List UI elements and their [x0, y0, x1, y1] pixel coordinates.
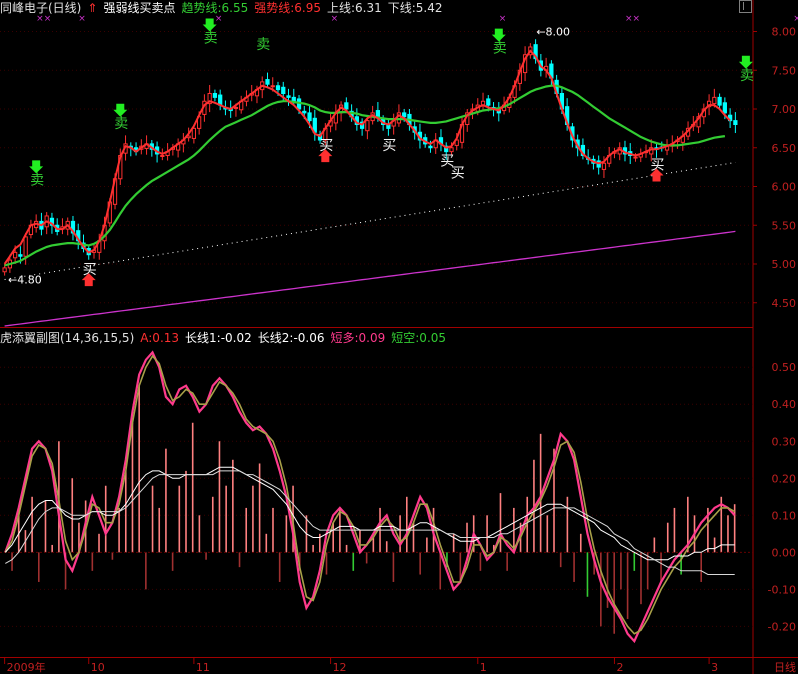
period-marker-icon: ×× [625, 14, 640, 24]
main-y-tick-label: 7.00 [772, 103, 797, 116]
main-y-tick-label: 8.00 [772, 26, 797, 39]
period-marker-icon: × [78, 14, 86, 24]
candle-body [365, 120, 370, 132]
high-price-marker: ←8.00 [536, 26, 570, 39]
candle-body [717, 96, 722, 106]
buy-signal-label: 买 [451, 165, 465, 181]
upper-value: 上线:6.31 [326, 1, 382, 15]
candle-body [375, 110, 381, 118]
series-line-长线2 [5, 470, 735, 575]
sub-y-tick-label: 0.20 [772, 472, 797, 485]
candle-body [722, 102, 727, 114]
candle-body [402, 112, 407, 118]
long1-value: 长线1:-0.02 [185, 331, 252, 345]
sub-indicator-name[interactable]: 虎添翼副图(14,36,15,5) [0, 331, 134, 345]
candle-body [344, 102, 349, 110]
candle-body [286, 95, 291, 98]
candle-body [449, 147, 454, 153]
short-short-value: 短空:0.05 [391, 331, 447, 345]
period-marker-icon: × [793, 14, 798, 24]
candle-body [281, 86, 286, 95]
candle-body [291, 96, 296, 102]
sell-signal-label: 卖 [30, 172, 44, 188]
sub-y-tick-label: -0.10 [768, 583, 796, 596]
trend-value: 趋势线:6.55 [181, 1, 249, 15]
sub-y-tick-label: 0.10 [772, 509, 797, 522]
candle-body [18, 254, 23, 257]
candle-body [601, 162, 607, 170]
long2-value: 长线2:-0.06 [257, 331, 325, 345]
main-y-tick-label: 4.50 [772, 297, 797, 310]
period-marker-icon: ×× [36, 14, 51, 24]
x-tick-label: 2 [616, 661, 623, 674]
main-y-tick-label: 7.50 [772, 64, 797, 77]
candle-body [712, 96, 717, 105]
main-y-tick-label: 5.50 [772, 219, 797, 232]
sub-y-tick-label: 0.50 [772, 361, 797, 374]
sub-y-tick-label: 0.30 [772, 435, 797, 448]
x-tick-label: 3 [711, 661, 718, 674]
main-y-tick-label: 6.50 [772, 142, 797, 155]
sub-header: 虎添翼副图(14,36,15,5) A:0.13 长线1:-0.02 长线2:-0.0… [0, 331, 452, 345]
candle-body [428, 145, 433, 149]
lower-line [4, 230, 736, 327]
strong-value: 强势线:6.95 [254, 1, 321, 15]
strong-line [3, 49, 731, 265]
x-tick-label: 11 [196, 661, 210, 674]
series-line-短空 [4, 354, 736, 635]
main-y-tick-label: 6.00 [772, 181, 797, 194]
candle-body [307, 112, 312, 122]
sell-signal-label: 卖 [114, 116, 128, 132]
sell-signal-label: 卖 [740, 68, 754, 84]
a-value: A:0.13 [140, 331, 180, 345]
x-tick-label: 12 [333, 661, 347, 674]
candle-body [270, 85, 275, 88]
candle-body [212, 93, 218, 98]
candle-body [160, 155, 165, 157]
low-price-marker: ←4.80 [8, 274, 42, 287]
candle-body [191, 127, 197, 139]
period-marker-icon: × [499, 14, 507, 24]
sub-y-tick-label: 0.40 [772, 398, 797, 411]
sub-y-tick-label: 0.00 [772, 546, 797, 559]
candle-body [233, 106, 239, 109]
sub-y-tick-label: -0.20 [768, 620, 796, 633]
indicator-name: 强弱线买卖点 [103, 1, 176, 15]
candle-body [733, 120, 738, 125]
candle-body [633, 156, 638, 159]
stock-title[interactable]: 同峰电子(日线) [0, 1, 81, 15]
candle-body [302, 110, 307, 114]
candle-body [265, 79, 270, 85]
period-label: 日线 [774, 660, 796, 674]
trend-line [4, 84, 726, 267]
x-tick-label: 10 [91, 661, 105, 674]
candle-body [486, 98, 491, 106]
sell-signal-label: 卖 [256, 37, 270, 53]
period-marker-icon: × [215, 14, 223, 24]
panel-close-icon[interactable] [739, 0, 752, 13]
candle-body [2, 267, 7, 273]
candle-body [23, 236, 28, 257]
period-marker-icon: × [331, 14, 339, 24]
sell-signal-label: 卖 [204, 31, 218, 47]
short-long-value: 短多:0.09 [330, 331, 386, 345]
main-y-tick-label: 5.00 [772, 258, 797, 271]
main-header: 同峰电子(日线) ⇑ 强弱线买卖点 趋势线:6.55 强势线:6.95 上线:6.31 下线… [0, 1, 449, 15]
x-tick-label: 2009年 [7, 660, 46, 674]
candle-body [275, 85, 281, 91]
indicator-arrow-icon: ⇑ [87, 1, 98, 15]
series-line-短多 [4, 350, 736, 644]
sell-signal-label: 卖 [493, 41, 507, 57]
x-tick-label: 1 [480, 661, 487, 674]
buy-signal-label: 买 [382, 138, 396, 154]
candle-body [13, 251, 18, 259]
lower-value: 下线:5.42 [387, 1, 443, 15]
